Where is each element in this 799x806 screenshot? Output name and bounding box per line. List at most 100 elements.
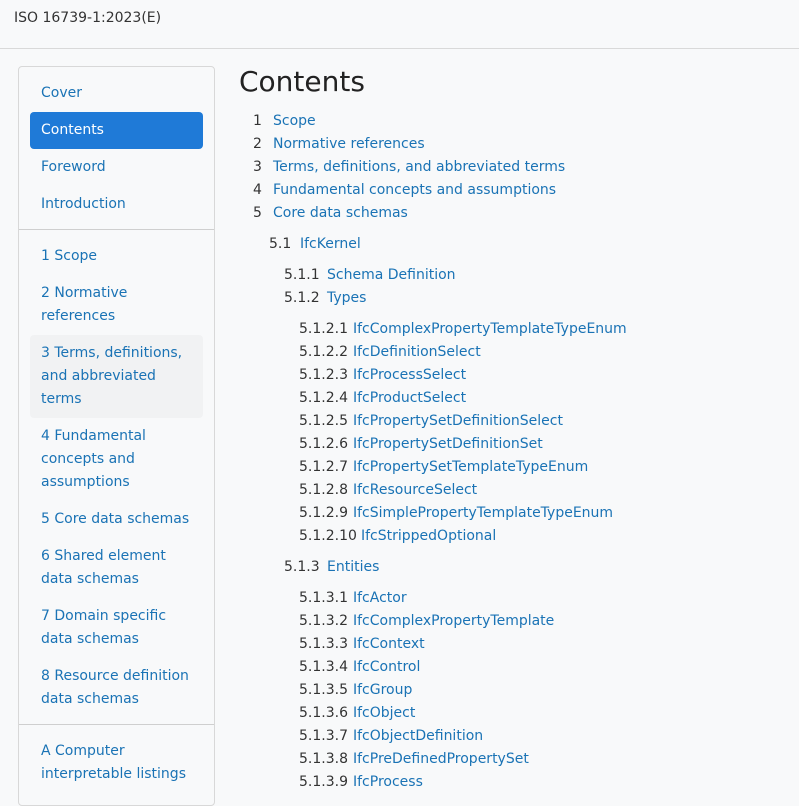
toc-link[interactable]: IfcSimplePropertyTemplateTypeEnum <box>353 505 613 521</box>
toc-link[interactable]: IfcResourceSelect <box>353 482 477 498</box>
toc-row: 1 Scope <box>239 110 799 133</box>
sidebar-item-normative-references[interactable]: 2 Normative references <box>30 275 203 335</box>
sidebar-item-core-data-schemas[interactable]: 5 Core data schemas <box>30 501 203 538</box>
toc-link[interactable]: IfcObjectDefinition <box>353 728 483 744</box>
toc-number: 5.1.3.7 <box>299 728 348 744</box>
toc-number: 5.1.1 <box>284 267 320 283</box>
toc-number: 5.1.3.9 <box>299 774 348 790</box>
toc-number: 5.1 <box>269 236 292 252</box>
sidebar-item-annex-a[interactable]: A Computer interpretable listings <box>30 733 203 793</box>
toc-row: 4 Fundamental concepts and assumptions <box>239 179 799 202</box>
toc-row: 5.1.2.4 IfcProductSelect <box>239 387 799 410</box>
sidebar-item-terms[interactable]: 3 Terms, definitions, and abbreviated te… <box>30 335 203 418</box>
toc-link[interactable]: Fundamental concepts and assumptions <box>273 182 556 198</box>
toc-number: 5.1.2.7 <box>299 459 348 475</box>
toc-row: 5.1.2.5 IfcPropertySetDefinitionSelect <box>239 410 799 433</box>
toc-link[interactable]: IfcComplexPropertyTemplateTypeEnum <box>353 321 627 337</box>
toc-link[interactable]: Types <box>327 290 366 306</box>
toc-number: 5.1.2 <box>284 290 320 306</box>
toc-number: 5.1.3.1 <box>299 590 348 606</box>
toc-number: 5.1.2.9 <box>299 505 348 521</box>
toc-number: 5 <box>253 205 262 221</box>
toc-link[interactable]: Schema Definition <box>327 267 456 283</box>
sidebar-item-cover[interactable]: Cover <box>30 75 203 112</box>
sidebar-item-contents[interactable]: Contents <box>30 112 203 149</box>
toc-link[interactable]: IfcContext <box>353 636 425 652</box>
toc-link[interactable]: IfcObject <box>353 705 415 721</box>
toc-row: 5.1.3.2 IfcComplexPropertyTemplate <box>239 610 799 633</box>
document-header: ISO 16739-1:2023(E) <box>0 0 799 49</box>
toc-row: 5.1.3.9 IfcProcess <box>239 771 799 794</box>
toc-link[interactable]: IfcGroup <box>353 682 412 698</box>
toc-number: 5.1.2.8 <box>299 482 348 498</box>
toc-link[interactable]: IfcPropertySetDefinitionSet <box>353 436 543 452</box>
sidebar-group-annexes: A Computer interpretable listings <box>19 725 214 799</box>
toc-number: 5.1.3.6 <box>299 705 348 721</box>
toc-link[interactable]: IfcActor <box>353 590 407 606</box>
toc-row: 5.1.2.3 IfcProcessSelect <box>239 364 799 387</box>
toc-link[interactable]: IfcPropertySetTemplateTypeEnum <box>353 459 588 475</box>
sidebar-item-resource-definition-schemas[interactable]: 8 Resource definition data schemas <box>30 658 203 718</box>
toc-link[interactable]: Scope <box>273 113 316 129</box>
toc-number: 5.1.2.5 <box>299 413 348 429</box>
toc-row: 5.1.3.7 IfcObjectDefinition <box>239 725 799 748</box>
toc-number: 5.1.3 <box>284 559 320 575</box>
toc-row: 5.1.2.1 IfcComplexPropertyTemplateTypeEnu… <box>239 318 799 341</box>
toc-row: 5.1.2.8 IfcResourceSelect <box>239 479 799 502</box>
toc-row: 5.1.2.10 IfcStrippedOptional <box>239 525 799 548</box>
document-id: ISO 16739-1:2023(E) <box>14 10 162 26</box>
toc-number: 5.1.3.2 <box>299 613 348 629</box>
toc-number: 4 <box>253 182 262 198</box>
toc-row: 2 Normative references <box>239 133 799 156</box>
toc-row: 5.1.3.6 IfcObject <box>239 702 799 725</box>
toc-number: 1 <box>253 113 262 129</box>
toc-link[interactable]: IfcComplexPropertyTemplate <box>353 613 554 629</box>
sidebar-group-front: Cover Contents Foreword Introduction <box>19 67 214 230</box>
toc-number: 5.1.2.2 <box>299 344 348 360</box>
toc-row: 5.1.2.2 IfcDefinitionSelect <box>239 341 799 364</box>
toc-number: 2 <box>253 136 262 152</box>
toc-row: 5.1.2 Types <box>239 287 799 310</box>
toc-link[interactable]: IfcPropertySetDefinitionSelect <box>353 413 563 429</box>
toc-number: 5.1.2.3 <box>299 367 348 383</box>
sidebar-item-foreword[interactable]: Foreword <box>30 149 203 186</box>
sidebar-item-scope[interactable]: 1 Scope <box>30 238 203 275</box>
toc-row: 3 Terms, definitions, and abbreviated ter… <box>239 156 799 179</box>
toc-link[interactable]: Terms, definitions, and abbreviated term… <box>273 159 565 175</box>
toc-link[interactable]: IfcStrippedOptional <box>361 528 496 544</box>
toc-row: 5.1.3.5 IfcGroup <box>239 679 799 702</box>
toc-link[interactable]: IfcControl <box>353 659 420 675</box>
toc-link[interactable]: IfcProcess <box>353 774 423 790</box>
toc-link[interactable]: Entities <box>327 559 379 575</box>
toc-number: 5.1.3.4 <box>299 659 348 675</box>
toc-row: 5.1.1 Schema Definition <box>239 264 799 287</box>
toc-link[interactable]: Normative references <box>273 136 425 152</box>
toc-row: 5.1.2.9 IfcSimplePropertyTemplateTypeEnum <box>239 502 799 525</box>
toc-link[interactable]: IfcDefinitionSelect <box>353 344 481 360</box>
toc-number: 5.1.2.4 <box>299 390 348 406</box>
toc-row: 5.1 IfcKernel <box>239 233 799 256</box>
sidebar-item-fundamental-concepts[interactable]: 4 Fundamental concepts and assumptions <box>30 418 203 501</box>
sidebar-item-introduction[interactable]: Introduction <box>30 186 203 223</box>
toc-link[interactable]: IfcProcessSelect <box>353 367 466 383</box>
toc-number: 5.1.3.8 <box>299 751 348 767</box>
toc-row: 5.1.3.1 IfcActor <box>239 587 799 610</box>
toc-number: 5.1.3.5 <box>299 682 348 698</box>
toc-link[interactable]: Core data schemas <box>273 205 408 221</box>
toc-number: 5.1.3.3 <box>299 636 348 652</box>
toc-row: 5.1.2.7 IfcPropertySetTemplateTypeEnum <box>239 456 799 479</box>
table-of-contents: 1 Scope 2 Normative references 3 Terms, def… <box>239 110 799 794</box>
toc-row: 5 Core data schemas <box>239 202 799 225</box>
toc-link[interactable]: IfcPreDefinedPropertySet <box>353 751 529 767</box>
toc-number: 3 <box>253 159 262 175</box>
toc-link[interactable]: IfcKernel <box>300 236 361 252</box>
toc-link[interactable]: IfcProductSelect <box>353 390 466 406</box>
sidebar-item-domain-specific-schemas[interactable]: 7 Domain specific data schemas <box>30 598 203 658</box>
toc-row: 5.1.2.6 IfcPropertySetDefinitionSet <box>239 433 799 456</box>
sidebar-item-shared-element-schemas[interactable]: 6 Shared element data schemas <box>30 538 203 598</box>
toc-row: 5.1.3.8 IfcPreDefinedPropertySet <box>239 748 799 771</box>
toc-row: 5.1.3.4 IfcControl <box>239 656 799 679</box>
toc-number: 5.1.2.10 <box>299 528 357 544</box>
toc-number: 5.1.2.1 <box>299 321 348 337</box>
sidebar-nav: Cover Contents Foreword Introduction 1 S… <box>18 66 215 806</box>
